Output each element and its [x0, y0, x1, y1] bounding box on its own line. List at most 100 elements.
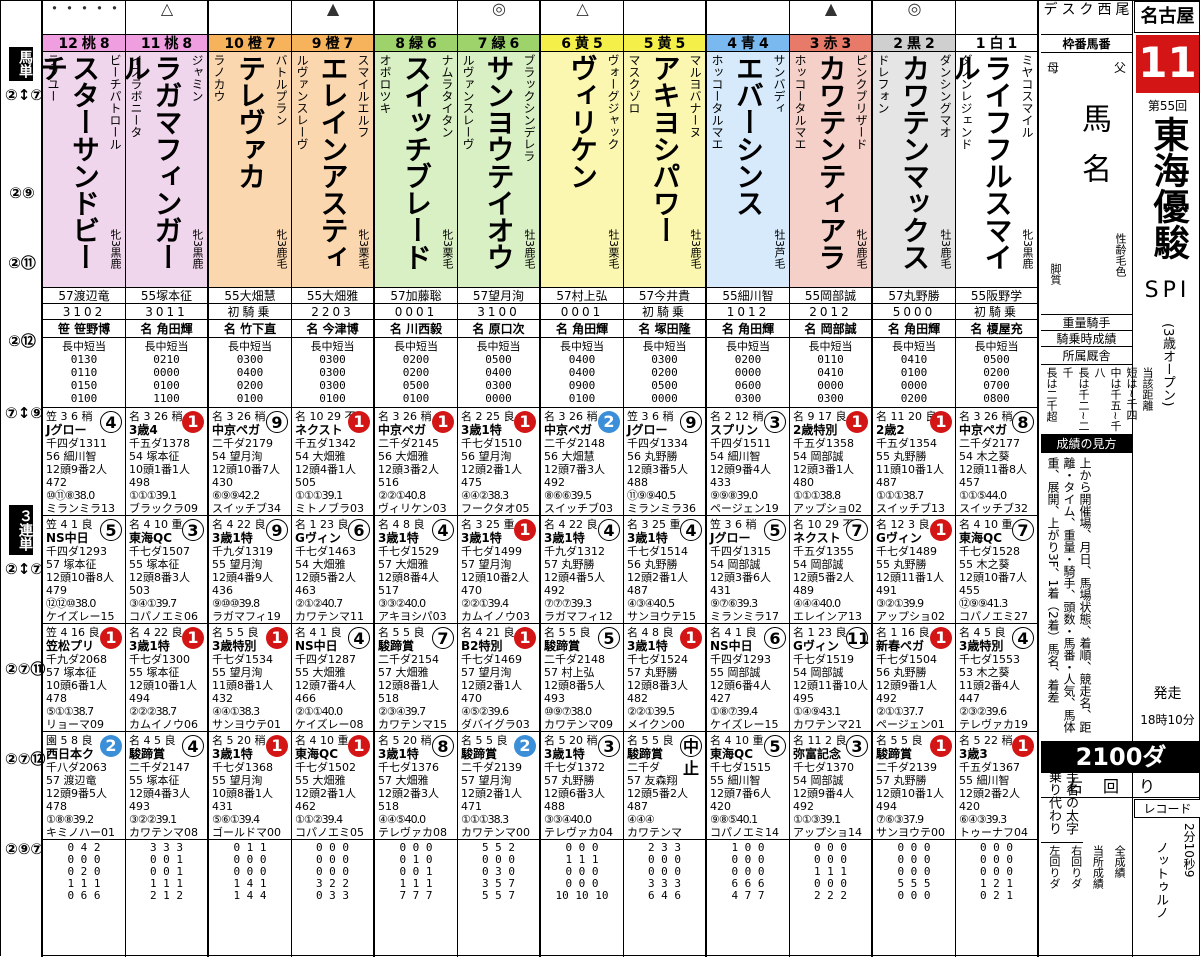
race-jockey: 55 丸野勝	[876, 558, 927, 571]
dam-name: ラブユー	[46, 54, 60, 102]
race-field: 12頭4番3人493	[129, 787, 190, 813]
race-jockey: 55 岡部誠	[710, 666, 761, 679]
horse-column: ◎ 7 緑 6 ブラックシンデレラ サンヨウテイオウ ルヴァンスレーヴ 牡3鹿毛 57望月洵 31…	[458, 1, 541, 957]
horse-number: 1	[975, 36, 986, 52]
record-time: 2分10秒9	[1182, 823, 1196, 878]
past-race: 名 4 8 良 4 3歳1特 千七ダ1529 57 大畑雅 12頭8番4人517 ③③②40…	[375, 516, 457, 624]
race-jockey: 57 望月洵	[461, 666, 512, 679]
frame-color: 橙	[325, 36, 340, 52]
dam-name: ホッコータルマエ	[793, 54, 807, 150]
race-winner: ブラックラ09	[129, 502, 198, 515]
dam-name: マスクゾロ	[627, 54, 641, 114]
race-field: 12頭4番1人505	[295, 463, 356, 489]
race-field: 12頭7番3人492	[544, 463, 605, 489]
past-race: 名 4 1 良 4 NS中日 千四ダ1287 55 大畑雅 12頭7番4人466 ②①①40…	[292, 624, 373, 732]
finish-position: 1	[266, 735, 288, 757]
race-field: 12頭2番1人462	[295, 787, 356, 813]
course-record: 5 5 2 0 0 0 0 3 0 3 5 7 5 5 7	[481, 841, 516, 902]
past-race: 名 3 26 稍 2 中京ペガ 二千ダ2148 56 大畑慧 12頭7番3人492 ⑧⑥⑥3…	[541, 408, 623, 516]
finish-position: 4	[598, 519, 620, 541]
horse-name: ラガマフィンガール	[126, 54, 184, 270]
finish-position: 1	[514, 519, 536, 541]
finish-position: 9	[266, 519, 288, 541]
legend-sire: 父	[1113, 61, 1126, 75]
horse-number: 2	[893, 36, 903, 52]
race-field: 12頭11番8人457	[959, 463, 1027, 489]
past-race: 名 11 2 良 3 弥富記念 千七ダ1370 54 岡部誠 12頭9番4人492 ①①③3…	[790, 732, 871, 840]
race-time: 千七ダ1510	[461, 437, 522, 450]
jockey-record: 0001	[541, 304, 623, 320]
race-winner: リョーマ09	[46, 718, 104, 731]
race-winner: ヴィリケン03	[378, 502, 447, 515]
past-race: 名 4 21 良 1 B2特別 千七ダ1469 57 望月洵 12頭2番1人470 ④⑤②3…	[458, 624, 539, 732]
finish-position: 5	[598, 627, 620, 649]
frame-color: 橙	[247, 36, 262, 52]
race-jockey: 54 岡部誠	[793, 558, 844, 571]
race-jockey: 57 塚本征	[46, 666, 97, 679]
past-race: 名 12 3 良 1 Gヴィン 千七ダ1489 55 丸野勝 12頭11番1人491 ③②①…	[873, 516, 955, 624]
distance-record: 長中短当 0400 0400 0900 0100	[541, 338, 623, 408]
horse-column: △ 6 黄 5 ヴォーグジャック ヴィリケン 牡3栗毛 57村上弘 0001 名 角田輝 長中短当 …	[541, 1, 624, 957]
race-jockey: 56 細川智	[46, 450, 97, 463]
race-field: 11頭8番1人432	[212, 679, 273, 705]
race-time: 千七ダ1502	[295, 761, 356, 774]
jockey: 57丸野勝	[873, 288, 955, 304]
frame-color: 緑	[409, 36, 423, 52]
race-winner: コパノエミ06	[129, 610, 198, 623]
race-time: 千七ダ1463	[295, 545, 356, 558]
race-field: 12頭8番3人482	[627, 679, 688, 705]
frame-number: 5	[675, 36, 686, 52]
trainer: 名 今津博	[292, 320, 373, 338]
horse-name: テレヴァカ	[234, 54, 267, 189]
combo: ②⑨	[9, 184, 35, 202]
race-jockey: 55 細川智	[959, 774, 1010, 787]
trainer: 名 角田輝	[873, 320, 955, 338]
race-time: 二千ダ2179	[212, 437, 273, 450]
race-winner: サンヨウテ01	[212, 718, 281, 731]
finish-position: 9	[680, 411, 702, 433]
horse-column: △ 11 桃 8 ジャミン ラガマフィンガール イスラボニータ 牝3黒鹿 55塚本征 3011 名 …	[126, 1, 209, 957]
race-time: 二千ダ2154	[378, 653, 439, 666]
trainer: 名 榎屋充	[956, 320, 1037, 338]
frame-number: 2	[925, 36, 935, 52]
race-winner: ページェン01	[876, 718, 945, 731]
race-field: 12頭6番3人488	[544, 787, 605, 813]
race-time: 二千ダ2147	[129, 761, 190, 774]
race-time: 千五ダ1354	[876, 437, 937, 450]
race-jockey: 55 望月洵	[212, 666, 263, 679]
race-time: 千四ダ1334	[627, 437, 688, 450]
course-record: 2 3 3 0 0 0 0 0 0 3 3 3 6 4 6	[647, 841, 682, 902]
frame-number: 7	[343, 36, 354, 52]
trainer: 名 竹下直	[209, 320, 291, 338]
race-jockey: 55 細川智	[710, 774, 761, 787]
horse-column: 1 白 1 ミヤコスマイル ライフフルスマイル ダノンレジェンド 牝3黒鹿 55阪野学 初騎乗名…	[956, 1, 1039, 957]
prediction-mark	[375, 1, 457, 34]
sex-age-color: 牝3栗毛	[441, 229, 454, 269]
distance-record: 長中短当 0300 0300 0300 0100	[292, 338, 373, 408]
race-passing: ④④②38.3	[461, 489, 509, 502]
past-race: 名 4 10 重 7 東海QC 千七ダ1528 55 木之葵 12頭10番7人455 ⑫⑨⑨…	[956, 516, 1037, 624]
race-field: 12頭2番2人420	[959, 787, 1020, 813]
legend-sex: 性齢毛色	[1114, 233, 1127, 277]
horse-column: ▲ 9 橙 7 スマイルエルフ エレインアスティ ルヴァンスレーヴ 牝3栗毛 55大畑雅 2203…	[292, 1, 375, 957]
race-title: 東海優駿	[1147, 116, 1189, 260]
horse-name: ライフフルスマイル	[956, 54, 1014, 270]
race-time: 千七ダ1300	[129, 653, 190, 666]
gate-number: 6黄5	[541, 34, 623, 52]
finish-position: 1	[432, 411, 454, 433]
legend-foot: 全成績 当所成績 右回りダ 左回りダ	[1041, 843, 1132, 913]
race-winner: スイッチブ32	[959, 502, 1028, 515]
race-info: デスク西尾 枠番馬番 父 母 馬名 性齢毛色 脚質 重量騎手 騎乗時成績 所属厩…	[1041, 1, 1200, 957]
race-winner: アップショ14	[793, 826, 862, 839]
legend-style: 脚質	[1049, 263, 1062, 285]
trainer: 名 川西毅	[375, 320, 457, 338]
course-record: 0 0 0 0 0 0 0 0 0 1 2 1 0 2 1	[979, 841, 1014, 902]
frame-color: 白	[989, 36, 1004, 52]
race-jockey: 57 丸野勝	[544, 774, 595, 787]
race-passing: ③②①39.9	[876, 597, 924, 610]
course-record: 0 0 0 0 0 0 0 0 0 3 2 2 0 3 3	[315, 841, 350, 902]
race-jockey: 55 望月洵	[212, 558, 263, 571]
race-winner: カワテンマ11	[295, 610, 364, 623]
legend-horse: 馬名	[1076, 103, 1111, 203]
race-jockey: 57 望月洵	[461, 558, 512, 571]
